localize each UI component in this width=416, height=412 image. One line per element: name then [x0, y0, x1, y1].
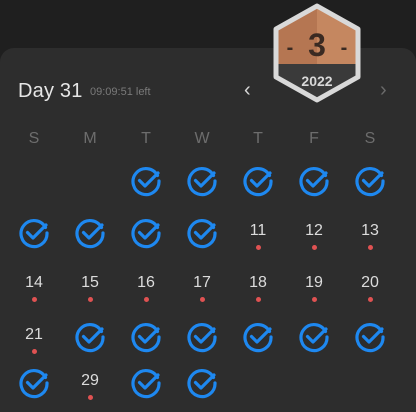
day-cell[interactable]	[174, 212, 230, 258]
missed-dot-icon	[368, 245, 373, 250]
day-cell[interactable]: 16	[118, 264, 174, 310]
day-cell[interactable]	[342, 160, 398, 206]
completed-check-icon	[299, 323, 329, 353]
next-month-button[interactable]: ›	[380, 80, 387, 100]
day-cell[interactable]: 29	[62, 362, 118, 408]
day-cell[interactable]	[230, 316, 286, 362]
day-cell[interactable]	[286, 160, 342, 206]
badge-right-mark: -	[341, 37, 348, 59]
badge-year: 2022	[301, 73, 332, 89]
day-cell[interactable]: 15	[62, 264, 118, 310]
day-cell[interactable]	[342, 316, 398, 362]
calendar-screen: Day 31 09:09:51 left ‹ › 3 - - 2022 S M …	[0, 0, 416, 412]
badge-left-mark: -	[287, 37, 294, 59]
day-cell[interactable]: 19	[286, 264, 342, 310]
completed-check-icon	[19, 369, 49, 399]
completed-check-icon	[187, 323, 217, 353]
day-cell[interactable]: 21	[6, 316, 62, 362]
completed-check-icon	[75, 219, 105, 249]
completed-check-icon	[131, 323, 161, 353]
missed-dot-icon	[256, 245, 261, 250]
day-cell[interactable]	[286, 316, 342, 362]
day-number: 19	[305, 274, 323, 291]
day-number: 16	[137, 274, 155, 291]
day-number: 17	[193, 274, 211, 291]
day-number: 13	[361, 222, 379, 239]
day-cell[interactable]: 12	[286, 212, 342, 258]
missed-dot-icon	[368, 297, 373, 302]
missed-dot-icon	[200, 297, 205, 302]
weekday-mon: M	[83, 130, 97, 147]
missed-dot-icon	[256, 297, 261, 302]
completed-check-icon	[187, 167, 217, 197]
completed-check-icon	[131, 167, 161, 197]
missed-dot-icon	[88, 395, 93, 400]
weekday-sun: S	[28, 130, 40, 147]
day-number: 21	[25, 326, 43, 343]
completed-check-icon	[243, 323, 273, 353]
weekday-thu: T	[253, 130, 263, 147]
completed-check-icon	[243, 167, 273, 197]
missed-dot-icon	[312, 245, 317, 250]
day-number: 15	[81, 274, 99, 291]
badge-hexagon-icon: 3 - - 2022	[273, 3, 361, 103]
day-cell[interactable]	[230, 160, 286, 206]
day-cell[interactable]: 14	[6, 264, 62, 310]
weekday-sat: S	[364, 130, 376, 147]
missed-dot-icon	[32, 297, 37, 302]
day-cell[interactable]	[174, 362, 230, 408]
day-cell[interactable]: 20	[342, 264, 398, 310]
completed-check-icon	[187, 369, 217, 399]
weekday-fri: F	[309, 130, 319, 147]
day-number: 18	[249, 274, 267, 291]
day-cell[interactable]	[118, 160, 174, 206]
day-number: 29	[81, 372, 99, 389]
day-cell[interactable]: 17	[174, 264, 230, 310]
completed-check-icon	[131, 219, 161, 249]
day-cell[interactable]: 13	[342, 212, 398, 258]
day-number: 20	[361, 274, 379, 291]
day-number: 12	[305, 222, 323, 239]
completed-check-icon	[299, 167, 329, 197]
day-cell[interactable]: 11	[230, 212, 286, 258]
weekday-tue: T	[141, 130, 151, 147]
day-cell[interactable]	[62, 212, 118, 258]
missed-dot-icon	[312, 297, 317, 302]
day-cell[interactable]	[118, 212, 174, 258]
day-cell[interactable]	[6, 212, 62, 258]
day-cell[interactable]	[62, 316, 118, 362]
time-left-label: 09:09:51 left	[90, 86, 151, 98]
day-cell[interactable]	[174, 160, 230, 206]
missed-dot-icon	[88, 297, 93, 302]
page-title: Day 31	[18, 80, 83, 102]
completed-check-icon	[75, 323, 105, 353]
monthly-badge[interactable]: 3 - - 2022	[266, 2, 368, 104]
completed-check-icon	[355, 167, 385, 197]
day-number: 14	[25, 274, 43, 291]
day-cell[interactable]	[6, 362, 62, 408]
completed-check-icon	[355, 323, 385, 353]
completed-check-icon	[187, 219, 217, 249]
weekday-wed: W	[194, 130, 210, 147]
day-cell[interactable]: 18	[230, 264, 286, 310]
badge-number: 3	[308, 27, 326, 63]
day-cell[interactable]	[118, 316, 174, 362]
missed-dot-icon	[32, 349, 37, 354]
prev-month-button[interactable]: ‹	[244, 80, 251, 100]
missed-dot-icon	[144, 297, 149, 302]
completed-check-icon	[131, 369, 161, 399]
day-cell[interactable]	[118, 362, 174, 408]
day-number: 11	[249, 222, 267, 239]
completed-check-icon	[19, 219, 49, 249]
day-cell[interactable]	[174, 316, 230, 362]
